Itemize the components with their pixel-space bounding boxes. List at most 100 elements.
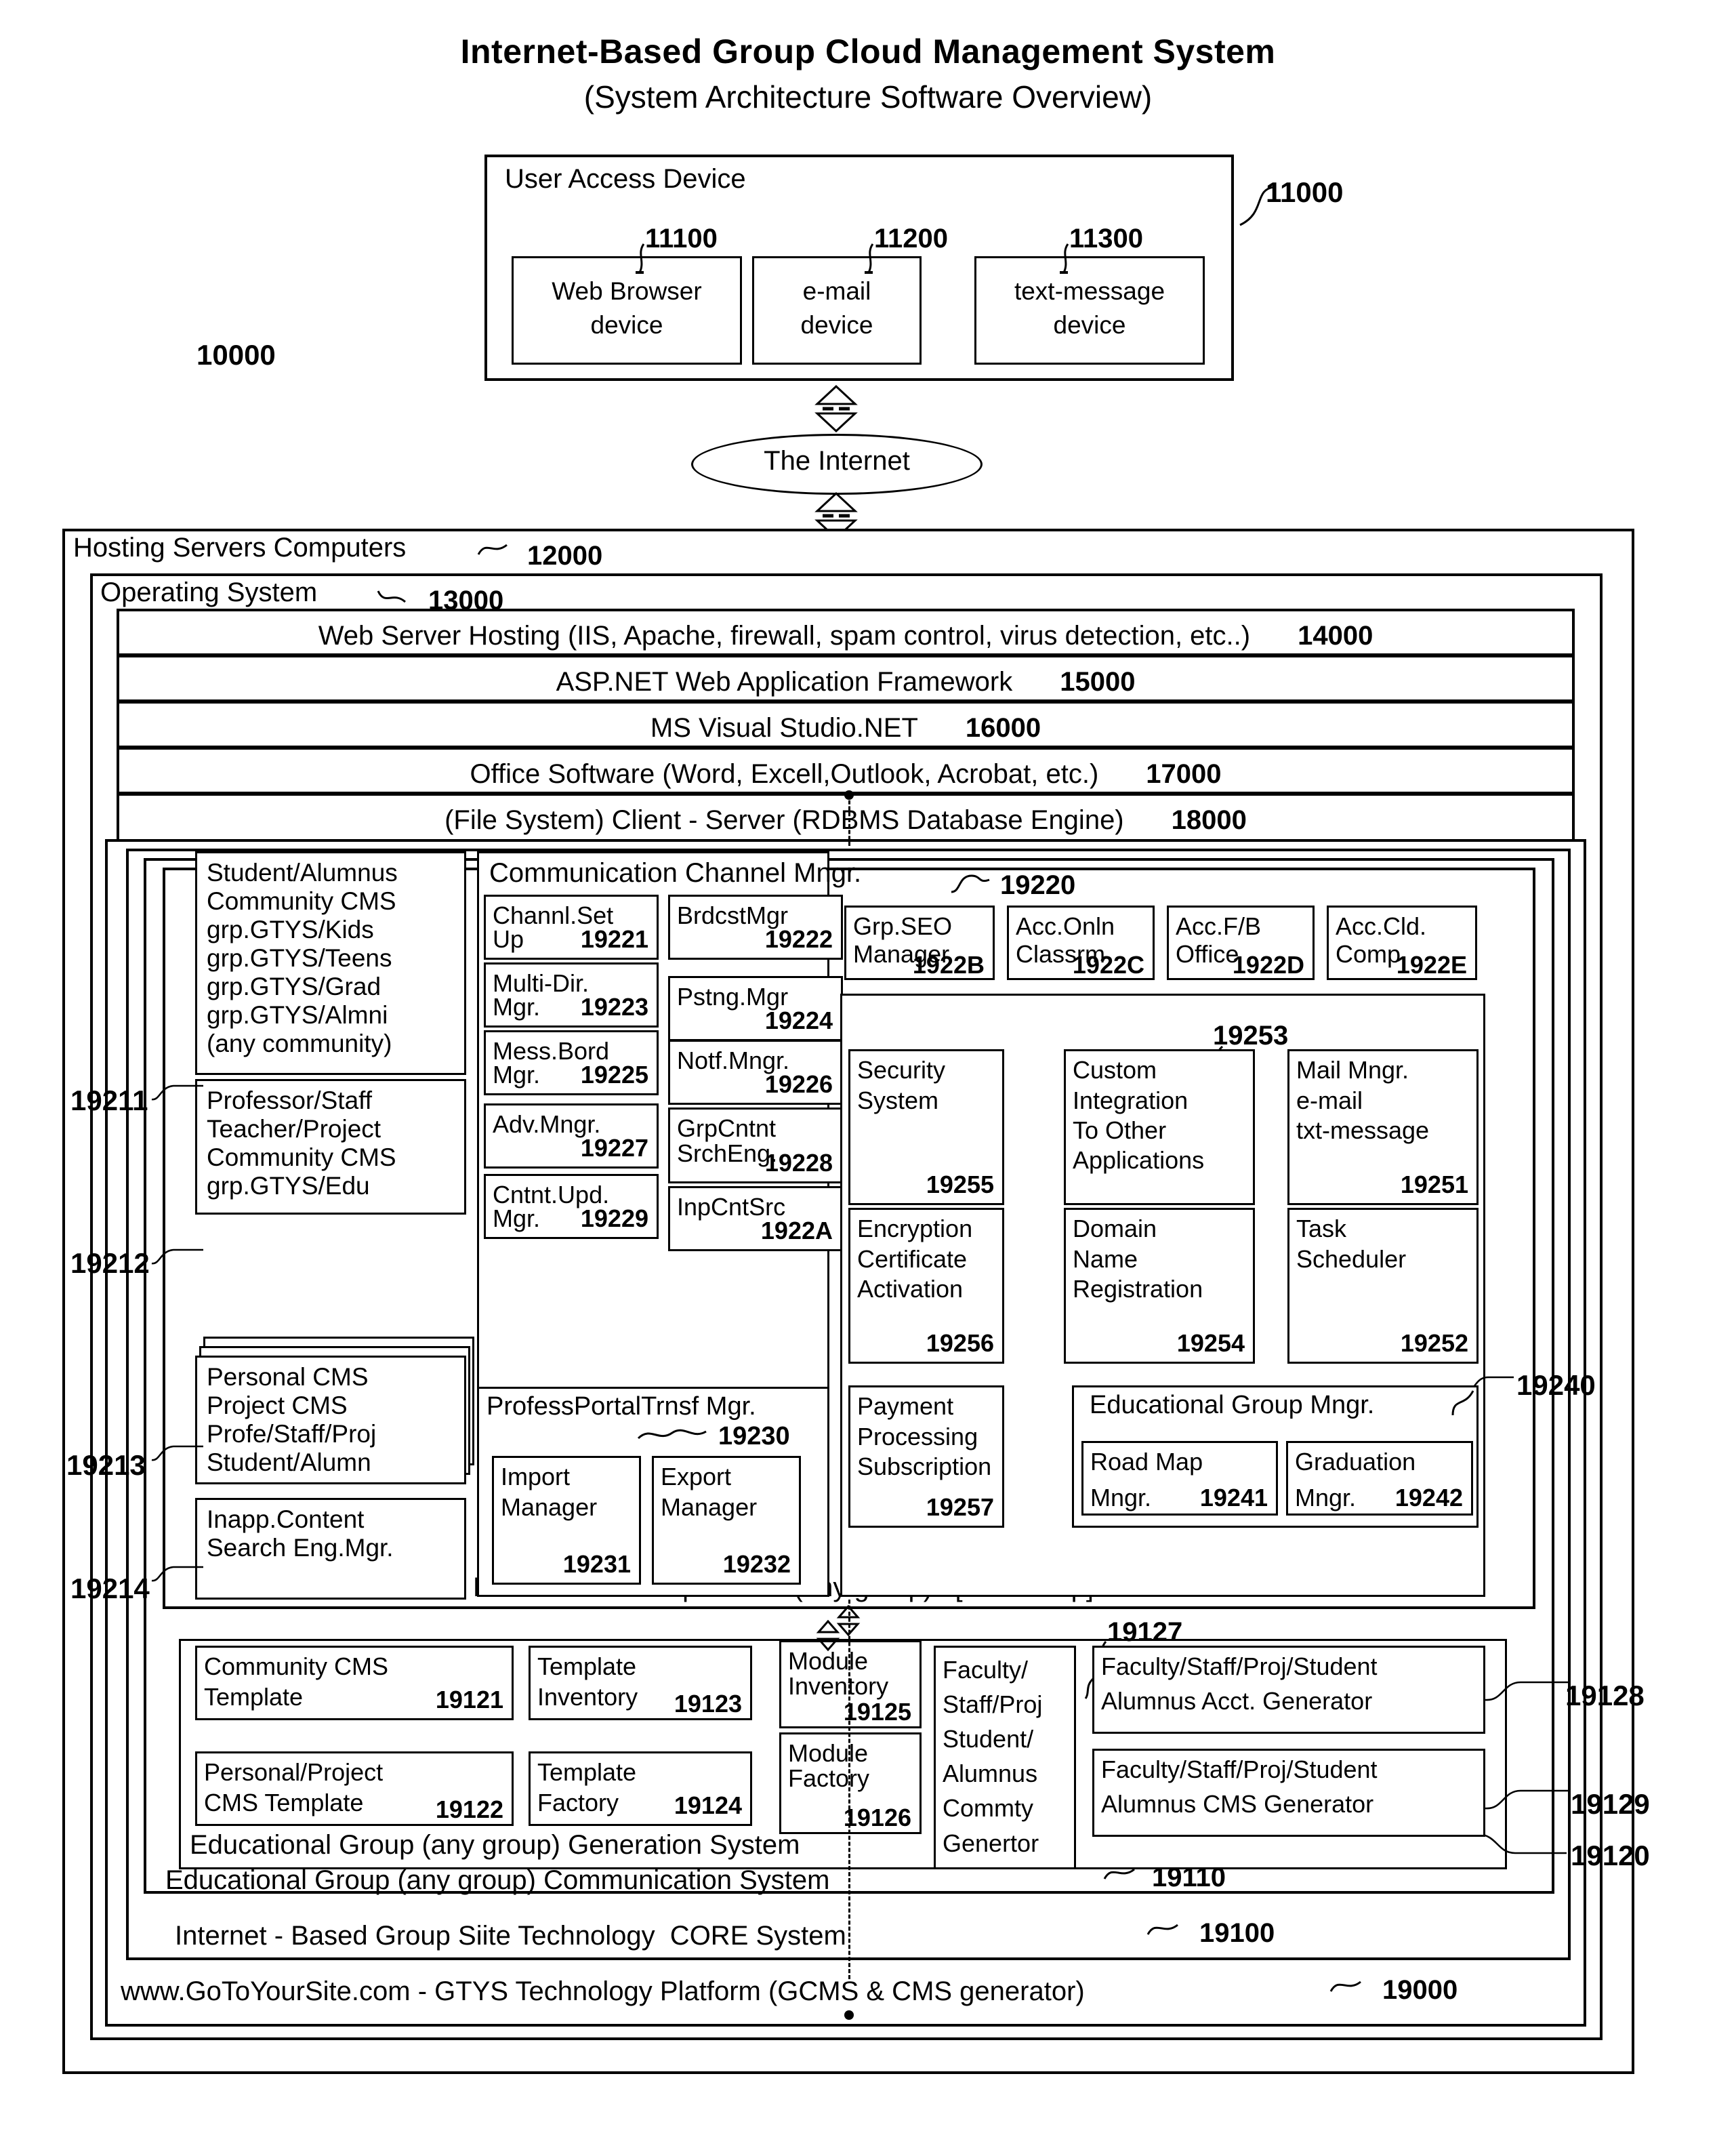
ref-19126: 19126: [843, 1804, 911, 1831]
professor-staff-community-cms-box: Professor/Staff Teacher/Project Communit…: [195, 1079, 466, 1215]
g19123-l1: Template: [537, 1652, 637, 1680]
c19212-l1: Professor/Staff: [207, 1086, 373, 1114]
module-factory-box: Module Factory 19126: [779, 1732, 922, 1834]
ref-19254: 19254: [1176, 1329, 1245, 1357]
task-l1: Task: [1296, 1215, 1347, 1242]
cell-1922D-l2: Office: [1176, 940, 1239, 968]
g19127-l2: Staff/Proj: [943, 1690, 1043, 1719]
c19211-lines: Student/Alumnus Community CMS grp.GTYS/K…: [207, 859, 398, 1058]
gtys-platform-label: www.GoToYourSite.com - GTYS Technology P…: [121, 1976, 1085, 2006]
ref-19240: 19240: [1516, 1369, 1596, 1401]
leader-19213-icon: [151, 1445, 203, 1461]
graduation-l2: Mngr.: [1295, 1484, 1357, 1511]
ref-19129: 19129: [1571, 1788, 1650, 1820]
g19127-l1: Faculty/: [943, 1656, 1029, 1684]
ref-19231: 19231: [562, 1550, 631, 1578]
ref-1922E: 1922E: [1396, 951, 1467, 979]
cell-1922B-l1: Grp.SEO: [853, 912, 953, 940]
payment-l2: Processing: [857, 1423, 978, 1450]
c19211-l7: (any community): [207, 1030, 392, 1057]
ref-18000: 18000: [1171, 805, 1247, 835]
cell-19225-l2: Mgr.: [493, 1061, 541, 1089]
leader-19128-icon: [1485, 1681, 1568, 1701]
leader-11100-icon: [636, 243, 645, 274]
ref-19256: 19256: [926, 1329, 994, 1357]
client-server-divider-bottom: [848, 1600, 850, 1979]
c19212-lines: Professor/Staff Teacher/Project Communit…: [207, 1086, 396, 1200]
c19211-l3: grp.GTYS/Kids: [207, 916, 374, 943]
security-system-l1: Security: [857, 1056, 946, 1084]
ref-1922C: 1922C: [1072, 951, 1144, 979]
ref-19225: 19225: [580, 1061, 648, 1089]
c19212-l3: Community CMS: [207, 1143, 396, 1171]
user-access-device-label: User Access Device: [505, 164, 746, 194]
leader-12000-icon: [477, 544, 508, 555]
page-title: Internet-Based Group Cloud Management Sy…: [460, 33, 1276, 70]
leader-19220-icon: [951, 874, 990, 893]
payment-l1: Payment: [857, 1392, 954, 1420]
g19121-l1: Community CMS: [204, 1652, 389, 1680]
g19128-l2: Alumnus Acct. Generator: [1101, 1687, 1373, 1715]
ref-17000: 17000: [1146, 759, 1222, 789]
community-cms-template-box: Community CMS Template 19121: [195, 1646, 514, 1720]
hosting-servers-label: Hosting Servers Computers: [73, 533, 407, 563]
payment-l3: Subscription: [857, 1453, 992, 1480]
educational-group-mngr-label: Educational Group Mngr.: [1090, 1391, 1375, 1419]
template-factory-box: Template Factory 19124: [529, 1751, 752, 1826]
c19214-l1: Inapp.Content: [207, 1505, 365, 1533]
c19213-l4: Student/Alumn: [207, 1448, 371, 1476]
c19211-l6: grp.GTYS/Almni: [207, 1001, 388, 1029]
c19213-l3: Profe/Staff/Proj: [207, 1420, 377, 1448]
ref-19242: 19242: [1394, 1484, 1463, 1511]
band-label-15000: ASP.NET Web Application Framework: [556, 667, 1013, 697]
ref-19100: 19100: [1199, 1918, 1275, 1948]
g19126-l1: Module: [788, 1739, 869, 1767]
ref-19124: 19124: [674, 1791, 742, 1819]
ref-14000: 14000: [1298, 621, 1373, 651]
c19212-l4: grp.GTYS/Edu: [207, 1172, 370, 1200]
cell-19228: GrpCntnt SrchEng. 19228: [668, 1108, 843, 1183]
ref-19220: 19220: [1000, 870, 1076, 900]
g19129-l1: Faculty/Staff/Proj/Student: [1101, 1755, 1378, 1783]
road-map-l1: Road Map: [1090, 1448, 1203, 1476]
ref-19128: 19128: [1565, 1680, 1645, 1711]
client-server-divider-top: [848, 794, 850, 846]
cell-19227: Adv.Mngr. 19227: [484, 1103, 659, 1169]
cell-19224: Pstng.Mgr 19224: [668, 976, 843, 1041]
inappropriate-content-search-box: Inapp.Content Search Eng.Mgr.: [195, 1498, 466, 1600]
ref-1922B: 1922B: [912, 951, 985, 979]
leader-13000-icon: [377, 590, 406, 603]
g19124-l2: Factory: [537, 1789, 619, 1816]
band-label-14000: Web Server Hosting (IIS, Apache, firewal…: [318, 621, 1251, 651]
cell-19222: BrdcstMgr 19222: [668, 895, 843, 960]
custom-integration-l3: To Other: [1073, 1116, 1167, 1144]
ref-19122: 19122: [435, 1795, 503, 1823]
ref-19251: 19251: [1400, 1171, 1468, 1198]
leader-19230-icon: [637, 1429, 707, 1440]
c19211-l5: grp.GTYS/Grad: [207, 973, 381, 1000]
template-inventory-box: Template Inventory 19123: [529, 1646, 752, 1720]
cell-1922E: Acc.Cld. Comp. 1922E: [1327, 906, 1477, 980]
communication-channel-mngr-label: Communication Channel Mngr.: [489, 858, 862, 888]
domain-l2: Name: [1073, 1245, 1138, 1273]
g19127-l3: Student/: [943, 1725, 1034, 1753]
arrow-gen-comm-icon: [816, 1620, 840, 1652]
ref-19000: 19000: [1382, 1975, 1458, 2005]
leader-19211-icon: [151, 1084, 203, 1101]
personal-project-cms-box: Personal CMS Project CMS Profe/Staff/Pro…: [195, 1356, 466, 1484]
band-office-software: Office Software (Word, Excell,Outlook, A…: [117, 747, 1575, 794]
cms-generator-box: Faculty/Staff/Proj/Student Alumnus CMS G…: [1092, 1749, 1485, 1837]
g19122-l2: CMS Template: [204, 1789, 364, 1816]
ref-19224: 19224: [764, 1007, 833, 1034]
text-message-device-label-2: device: [1053, 311, 1126, 339]
ref-1922D: 1922D: [1232, 951, 1304, 979]
c19211-l2: Community CMS: [207, 887, 396, 915]
encryption-l3: Activation: [857, 1275, 964, 1303]
security-system-box: Security System 19255: [848, 1049, 1004, 1205]
generation-system-label: Educational Group (any group) Generation…: [190, 1830, 800, 1860]
g19121-l2: Template: [204, 1683, 304, 1711]
leader-11300-icon: [1060, 243, 1069, 274]
module-inventory-box: Module Inventory 19125: [779, 1640, 922, 1728]
c19214-lines: Inapp.Content Search Eng.Mgr.: [207, 1505, 394, 1562]
ref-19226: 19226: [764, 1070, 833, 1098]
